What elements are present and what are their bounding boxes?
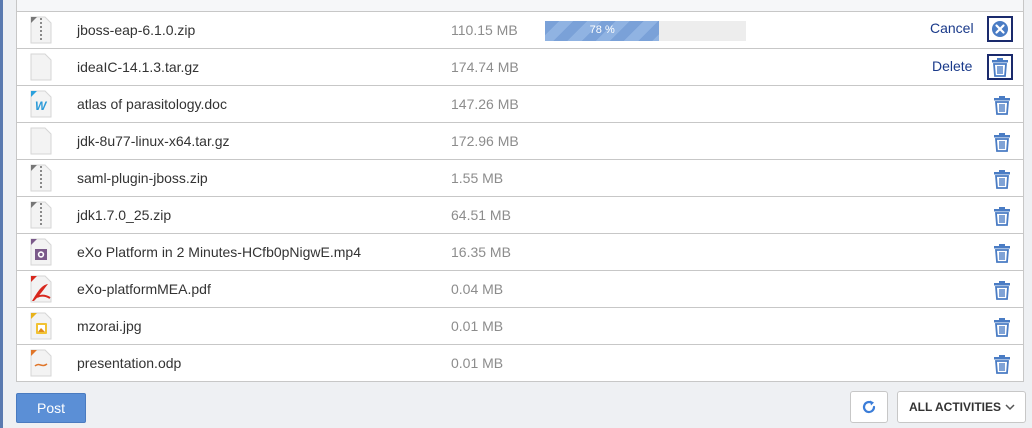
attachment-list-panel: jboss-eap-6.1.0.zip 110.15 MB 78 % Cancel id… [16, 0, 1024, 382]
delete-file-button[interactable] [992, 205, 1012, 227]
file-row: saml-plugin-jboss.zip 1.55 MB [17, 160, 1023, 197]
chevron-down-icon [1005, 404, 1015, 411]
svg-text:W: W [35, 99, 48, 113]
file-row: ideaIC-14.1.3.tar.gz 174.74 MB Delete [17, 49, 1023, 86]
trash-icon [993, 243, 1011, 263]
video-file-icon [29, 238, 53, 266]
refresh-button[interactable] [850, 391, 888, 423]
file-row: Watlas of parasitology.doc 147.26 MB [17, 86, 1023, 123]
activity-filter-label: ALL ACTIVITIES [909, 400, 1002, 414]
trash-icon [993, 95, 1011, 115]
panel-header-strip [17, 0, 1023, 12]
file-name: jboss-eap-6.1.0.zip [77, 22, 196, 38]
pdf-file-icon [29, 275, 53, 303]
trash-icon [993, 280, 1011, 300]
cancel-upload-button[interactable] [987, 16, 1013, 42]
file-size: 174.74 MB [451, 59, 519, 75]
trash-icon [993, 132, 1011, 152]
file-size: 110.15 MB [451, 22, 518, 38]
generic-file-icon [29, 127, 53, 155]
file-name: jdk1.7.0_25.zip [77, 207, 172, 223]
trash-icon [991, 57, 1009, 77]
file-size: 16.35 MB [451, 244, 511, 260]
image-file-icon [29, 312, 53, 340]
delete-file-link[interactable]: Delete [932, 58, 972, 74]
file-size: 0.01 MB [451, 355, 504, 371]
upload-progress-bar: 78 % [545, 21, 746, 41]
zip-file-icon [29, 164, 53, 192]
file-size: 0.01 MB [451, 318, 504, 334]
generic-file-icon [29, 53, 53, 81]
file-name: atlas of parasitology.doc [77, 96, 227, 112]
left-edge-strip [0, 0, 3, 428]
delete-file-button[interactable] [992, 94, 1012, 116]
post-button[interactable]: Post [16, 393, 86, 423]
file-size: 0.04 MB [451, 281, 504, 297]
cancel-circle-icon [991, 20, 1009, 38]
trash-icon [993, 354, 1011, 374]
file-row: presentation.odp 0.01 MB [17, 345, 1023, 382]
delete-file-button[interactable] [992, 279, 1012, 301]
refresh-icon [862, 400, 876, 414]
delete-file-button[interactable] [992, 242, 1012, 264]
file-name: jdk-8u77-linux-x64.tar.gz [77, 133, 230, 149]
file-size: 172.96 MB [451, 133, 519, 149]
delete-file-button[interactable] [992, 353, 1012, 375]
activity-filter-dropdown[interactable]: ALL ACTIVITIES [897, 391, 1026, 423]
presentation-file-icon [29, 349, 53, 377]
file-size: 64.51 MB [451, 207, 511, 223]
delete-file-button[interactable] [987, 54, 1013, 80]
attachment-rows: jboss-eap-6.1.0.zip 110.15 MB 78 % Cancel id… [17, 12, 1023, 382]
file-row: jdk-8u77-linux-x64.tar.gz 172.96 MB [17, 123, 1023, 160]
upload-progress-label: 78 % [589, 24, 615, 36]
word-document-icon: W [29, 90, 53, 118]
file-row: mzorai.jpg 0.01 MB [17, 308, 1023, 345]
file-name: eXo-platformMEA.pdf [77, 281, 211, 297]
file-row: jdk1.7.0_25.zip 64.51 MB [17, 197, 1023, 234]
file-name: eXo Platform in 2 Minutes-HCfb0pNigwE.mp… [77, 244, 362, 260]
file-size: 1.55 MB [451, 170, 504, 186]
zip-file-icon [29, 16, 53, 44]
file-name: ideaIC-14.1.3.tar.gz [77, 59, 200, 75]
zip-file-icon [29, 201, 53, 229]
file-row: eXo Platform in 2 Minutes-HCfb0pNigwE.mp… [17, 234, 1023, 271]
trash-icon [993, 169, 1011, 189]
trash-icon [993, 206, 1011, 226]
delete-file-button[interactable] [992, 131, 1012, 153]
delete-file-button[interactable] [992, 168, 1012, 190]
delete-file-button[interactable] [992, 316, 1012, 338]
cancel-upload-link[interactable]: Cancel [930, 20, 974, 36]
file-size: 147.26 MB [451, 96, 519, 112]
file-row: jboss-eap-6.1.0.zip 110.15 MB 78 % Cancel [17, 12, 1023, 49]
file-row: eXo-platformMEA.pdf 0.04 MB [17, 271, 1023, 308]
file-name: mzorai.jpg [77, 318, 142, 334]
file-name: saml-plugin-jboss.zip [77, 170, 208, 186]
trash-icon [993, 317, 1011, 337]
file-name: presentation.odp [77, 355, 182, 371]
